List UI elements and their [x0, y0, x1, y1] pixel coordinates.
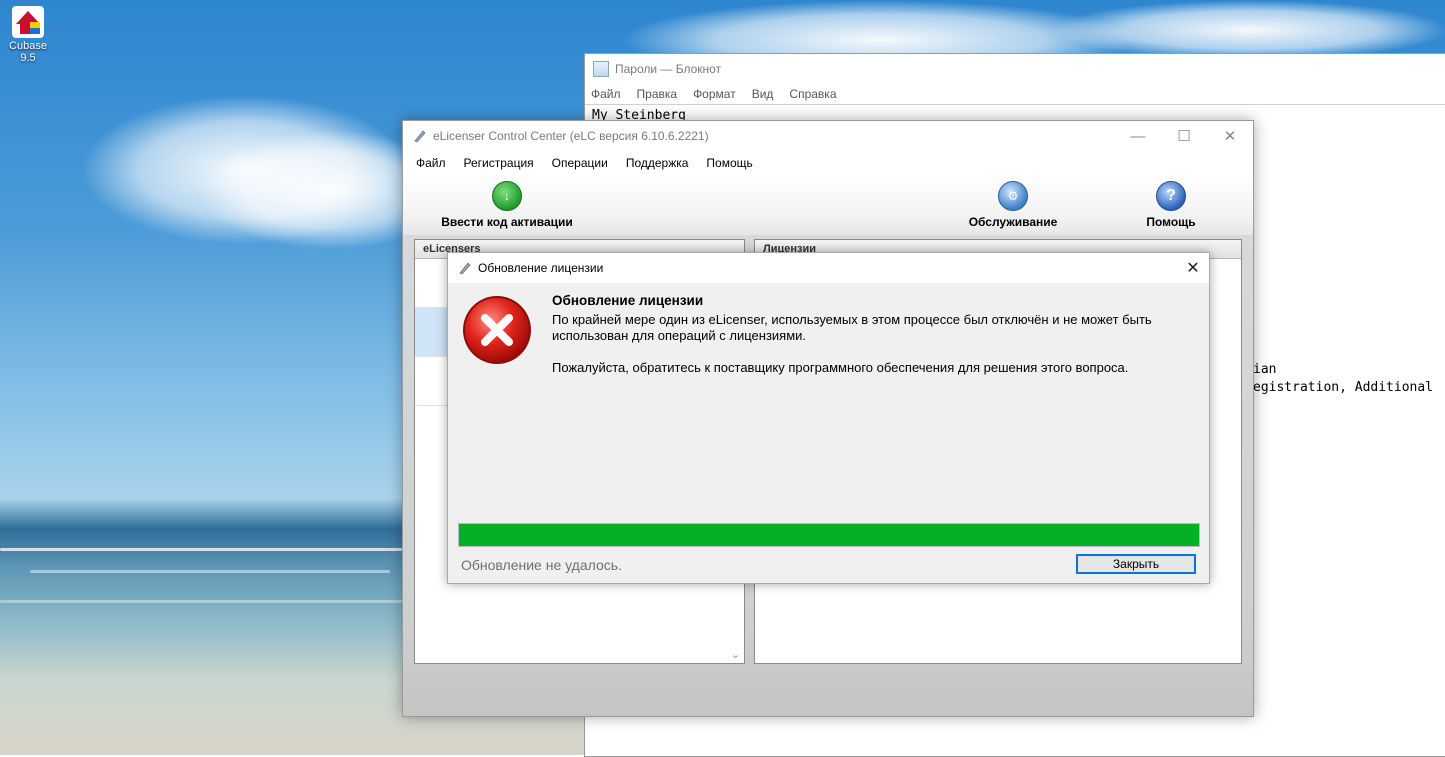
wave — [0, 600, 410, 603]
question-icon: ? — [1156, 181, 1186, 211]
scroll-down-icon[interactable]: ⌄ — [731, 648, 740, 661]
notepad-titlebar[interactable]: Пароли — Блокнот — [585, 54, 1445, 84]
dialog-message: Обновление лицензии По крайней мере один… — [552, 293, 1197, 376]
elc-menu-help[interactable]: Помощь — [697, 156, 761, 170]
enter-activation-code-label: Ввести код активации — [441, 215, 573, 229]
notepad-line: egistration, Additional — [1253, 380, 1434, 395]
notepad-menu-help[interactable]: Справка — [789, 87, 836, 101]
elc-menu-support[interactable]: Поддержка — [617, 156, 698, 170]
notepad-title: Пароли — Блокнот — [615, 62, 722, 76]
license-update-dialog[interactable]: Обновление лицензии ✕ Обновление лицензи… — [447, 252, 1210, 584]
cloud — [1050, 0, 1445, 60]
maximize-button[interactable]: ☐ — [1161, 121, 1207, 151]
help-label: Помощь — [1146, 215, 1196, 229]
download-arrow-icon: ↓ — [492, 181, 522, 211]
elc-titlebar[interactable]: eLicenser Control Center (eLC версия 6.1… — [403, 121, 1253, 151]
maintenance-label: Обслуживание — [968, 215, 1058, 229]
elc-menubar: Файл Регистрация Операции Поддержка Помо… — [403, 151, 1253, 175]
elc-menu-file[interactable]: Файл — [407, 156, 455, 170]
help-button[interactable]: ? Помощь — [1141, 181, 1201, 229]
elicenser-app-icon — [414, 130, 426, 143]
dialog-heading: Обновление лицензии — [552, 293, 704, 308]
maintenance-button[interactable]: ⚙ Обслуживание — [963, 181, 1063, 229]
progress-fill — [459, 524, 1199, 546]
status-text: Обновление не удалось. — [461, 557, 622, 573]
dialog-hint-text: Пожалуйста, обратитесь к поставщику прог… — [552, 360, 1129, 375]
minimize-button[interactable]: — — [1115, 121, 1161, 151]
dialog-titlebar[interactable]: Обновление лицензии ✕ — [448, 253, 1209, 283]
notepad-menubar: Файл Правка Формат Вид Справка — [585, 84, 1445, 104]
wave — [0, 548, 420, 551]
cubase-icon — [12, 6, 44, 38]
enter-activation-code-button[interactable]: ↓ Ввести код активации — [441, 181, 573, 229]
wave — [30, 570, 390, 573]
close-window-button[interactable]: ✕ — [1207, 121, 1253, 151]
elc-menu-registration[interactable]: Регистрация — [455, 156, 543, 170]
gear-icon: ⚙ — [998, 181, 1028, 211]
elc-title: eLicenser Control Center (eLC версия 6.1… — [433, 129, 709, 143]
notepad-icon — [593, 61, 609, 77]
notepad-menu-view[interactable]: Вид — [752, 87, 774, 101]
desktop-icon-cubase[interactable]: Cubase 9.5 — [0, 6, 56, 64]
dialog-close-icon[interactable]: ✕ — [1177, 253, 1209, 283]
notepad-line: ian — [1253, 362, 1277, 377]
dialog-error-text: По крайней мере один из eLicenser, испол… — [552, 312, 1152, 343]
elicenser-app-icon — [459, 262, 471, 275]
elc-menu-operations[interactable]: Операции — [543, 156, 617, 170]
progress-bar — [458, 523, 1200, 547]
error-icon — [463, 296, 531, 364]
notepad-menu-file[interactable]: Файл — [591, 87, 621, 101]
close-button[interactable]: Закрыть — [1076, 554, 1196, 574]
notepad-menu-edit[interactable]: Правка — [637, 87, 678, 101]
notepad-menu-format[interactable]: Формат — [693, 87, 736, 101]
desktop-icon-label: Cubase 9.5 — [9, 40, 47, 64]
elc-toolbar: ↓ Ввести код активации ⚙ Обслуживание ? … — [403, 175, 1253, 236]
dialog-title: Обновление лицензии — [478, 261, 604, 275]
